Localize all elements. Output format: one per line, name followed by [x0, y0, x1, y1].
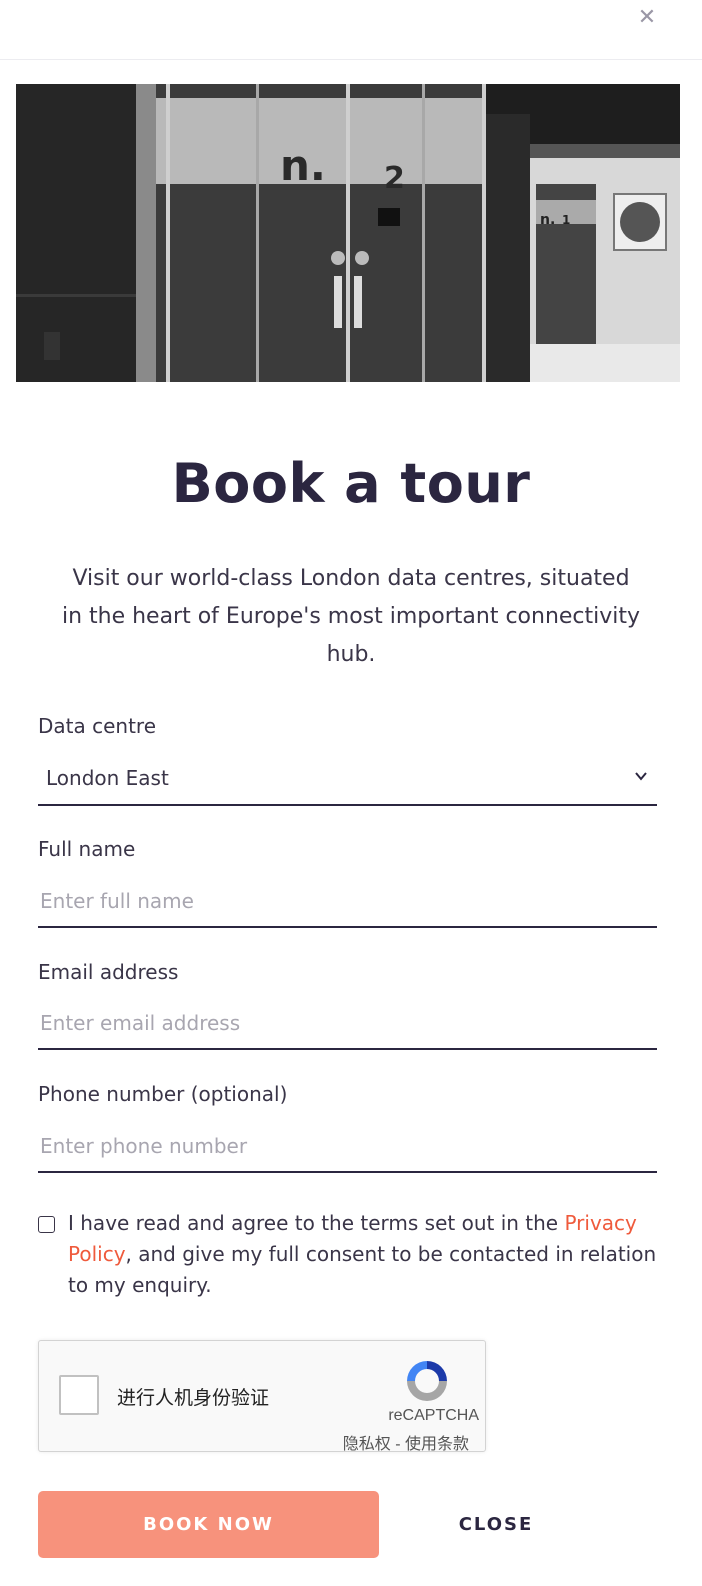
data-centre-select[interactable]: London East — [38, 752, 657, 806]
consent-text-after: , and give my full consent to be contact… — [68, 1242, 657, 1297]
close-icon[interactable]: ✕ — [636, 7, 658, 29]
page-title: Book a tour — [171, 452, 531, 515]
recaptcha-privacy-link[interactable]: 隐私权 — [343, 1436, 391, 1453]
consent-text-before: I have read and agree to the terms set o… — [68, 1211, 565, 1235]
rack-mark-3: n. — [540, 212, 555, 228]
recaptcha-links: 隐私权 - 使用条款 — [343, 1430, 469, 1454]
close-button[interactable]: CLOSE — [416, 1491, 576, 1558]
consent-text: I have read and agree to the terms set o… — [68, 1208, 668, 1301]
full-name-label: Full name — [38, 837, 136, 861]
recaptcha-separator: - — [390, 1436, 405, 1453]
recaptcha-terms-link[interactable]: 使用条款 — [405, 1436, 469, 1453]
email-input[interactable] — [38, 998, 657, 1050]
recaptcha-label: 进行人机身份验证 — [117, 1387, 270, 1409]
recaptcha-logo-icon — [407, 1361, 447, 1401]
recaptcha-brand: reCAPTCHA — [388, 1407, 479, 1424]
email-label: Email address — [38, 960, 179, 984]
data-centre-photo: n. 2 n. 1 — [16, 84, 680, 382]
data-centre-label: Data centre — [38, 714, 157, 738]
phone-label: Phone number (optional) — [38, 1082, 288, 1106]
consent-checkbox[interactable] — [38, 1216, 55, 1233]
chevron-down-icon — [635, 772, 647, 781]
data-centre-value: London East — [46, 766, 169, 790]
modal-header: ✕ — [0, 0, 702, 60]
rack-mark-4: 1 — [562, 213, 570, 227]
rack-mark-2: 2 — [384, 161, 405, 196]
rack-mark-1: n. — [280, 141, 326, 190]
recaptcha-widget: 进行人机身份验证 reCAPTCHA 隐私权 - 使用条款 — [38, 1340, 486, 1454]
book-now-button[interactable]: BOOK NOW — [38, 1491, 379, 1558]
recaptcha-checkbox[interactable] — [59, 1375, 99, 1415]
intro-text: Visit our world-class London data centre… — [61, 566, 641, 667]
hero-image: n. 2 n. 1 — [16, 84, 680, 382]
full-name-input[interactable] — [38, 876, 657, 928]
phone-input[interactable] — [38, 1121, 657, 1173]
